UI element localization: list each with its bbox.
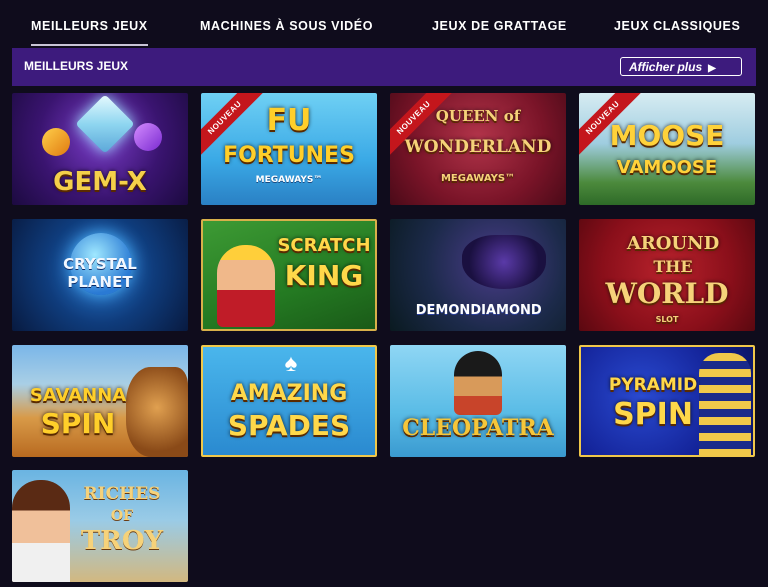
gem-icon xyxy=(134,123,162,151)
game-tile-around-the-world[interactable]: AROUND THE WORLD SLOT xyxy=(579,219,755,331)
game-title: CLEOPATRA xyxy=(402,415,554,441)
game-tile-moose-vamoose[interactable]: MOOSE VAMOOSE NOUVEAU xyxy=(579,93,755,205)
game-title: SPIN xyxy=(613,397,693,432)
game-title: VAMOOSE xyxy=(616,157,718,178)
gem-icon xyxy=(42,128,70,156)
game-title: PLANET xyxy=(67,273,133,291)
section-header: MEILLEURS JEUX Afficher plus ▶ xyxy=(12,48,756,86)
play-arrow-icon: ▶ xyxy=(708,63,716,74)
category-tabs: MEILLEURS JEUX MACHINES À SOUS VIDÉO JEU… xyxy=(0,0,768,48)
game-title: AROUND xyxy=(626,233,720,254)
panther-icon xyxy=(462,235,546,289)
king-character xyxy=(217,245,275,327)
section-title: MEILLEURS JEUX xyxy=(24,59,129,73)
game-title: WONDERLAND xyxy=(404,137,552,157)
game-subtitle: MEGAWAYS™ xyxy=(440,173,516,184)
game-title: WORLD xyxy=(605,277,729,310)
show-more-label: Afficher plus xyxy=(629,60,703,74)
game-tile-crystal-planet[interactable]: CRYSTAL PLANET xyxy=(12,219,188,331)
game-title: FORTUNES xyxy=(223,143,355,168)
game-tile-fu-fortunes[interactable]: FU FORTUNES MEGAWAYS™ NOUVEAU xyxy=(201,93,377,205)
game-title: RICHES xyxy=(83,484,161,504)
game-title: SAVANNA xyxy=(29,385,127,406)
game-tile-riches-of-troy[interactable]: RICHES OF TROY xyxy=(12,470,188,582)
game-title: GEM-X xyxy=(53,167,147,197)
game-tile-cleopatra[interactable]: CLEOPATRA xyxy=(390,345,566,457)
game-tile-amazing-spades[interactable]: ♠ AMAZING SPADES xyxy=(201,345,377,457)
game-title: OF xyxy=(110,508,134,524)
game-tile-pyramid-spin[interactable]: PYRAMID SPIN xyxy=(579,345,755,457)
game-title: KING xyxy=(284,259,364,292)
game-title: AMAZING xyxy=(230,381,348,406)
game-title: CRYSTAL xyxy=(63,255,137,273)
gem-icon xyxy=(75,94,135,154)
game-title: SPADES xyxy=(227,409,351,442)
game-title: SPIN xyxy=(40,407,116,440)
tab-jeux-classiques[interactable]: JEUX CLASSIQUES xyxy=(614,19,740,37)
game-title: PYRAMID xyxy=(608,375,698,395)
game-subtitle: SLOT xyxy=(655,315,679,324)
show-more-button[interactable]: Afficher plus ▶ xyxy=(620,57,742,76)
game-title: SCRATCH xyxy=(277,235,371,256)
game-grid: GEM-X FU FORTUNES MEGAWAYS™ NOUVEAU QUEE… xyxy=(12,93,756,587)
cleopatra-figure xyxy=(454,351,502,415)
game-title: DIAMOND xyxy=(470,303,542,318)
tab-machines-a-sous-video[interactable]: MACHINES À SOUS VIDÉO xyxy=(200,19,373,37)
game-tile-demon-diamond[interactable]: DEMON DIAMOND xyxy=(390,219,566,331)
tab-jeux-de-grattage[interactable]: JEUX DE GRATTAGE xyxy=(432,19,567,37)
game-title: THE xyxy=(653,257,693,276)
game-tile-gem-x[interactable]: GEM-X xyxy=(12,93,188,205)
game-tile-scratch-king[interactable]: SCRATCH KING xyxy=(201,219,377,331)
game-tile-queen-of-wonderland[interactable]: QUEEN of WONDERLAND MEGAWAYS™ NOUVEAU xyxy=(390,93,566,205)
tab-meilleurs-jeux[interactable]: MEILLEURS JEUX xyxy=(31,19,148,46)
game-subtitle: MEGAWAYS™ xyxy=(255,175,323,185)
spade-icon: ♠ xyxy=(284,350,298,377)
game-tile-savanna-spin[interactable]: SAVANNA SPIN xyxy=(12,345,188,457)
game-title: TROY xyxy=(80,526,164,556)
